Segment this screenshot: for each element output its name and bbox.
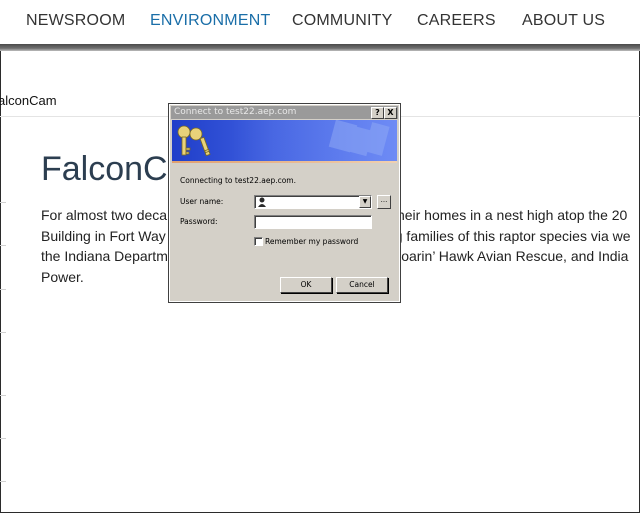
connect-dialog: Connect to test22.aep.com ? X Connecting… <box>168 103 401 303</box>
remember-password-label[interactable]: Remember my password <box>265 237 358 246</box>
dialog-titlebar[interactable]: Connect to test22.aep.com ? X <box>171 106 398 119</box>
banner-stripe <box>172 161 397 163</box>
username-label: User name: <box>180 197 224 206</box>
nav-community[interactable]: COMMUNITY <box>292 12 392 30</box>
dialog-banner <box>172 120 397 161</box>
nav-newsroom[interactable]: NEWSROOM <box>26 12 125 30</box>
left-margin-tick <box>0 245 6 246</box>
username-combobox[interactable]: ▼ <box>254 195 372 209</box>
banner-decoration-icon <box>328 120 390 157</box>
left-margin-tick <box>0 202 6 203</box>
left-margin-tick <box>0 289 6 290</box>
password-label: Password: <box>180 217 218 226</box>
breadcrumb[interactable]: alconCam <box>0 93 57 108</box>
nav-about-us[interactable]: ABOUT US <box>522 12 605 30</box>
remember-password-checkbox[interactable] <box>254 237 263 246</box>
left-margin-tick <box>0 481 6 482</box>
left-margin-tick <box>0 332 6 333</box>
nav-shadow-bar <box>0 44 640 51</box>
ok-button[interactable]: OK <box>280 277 332 293</box>
browse-users-button[interactable]: ... <box>377 195 391 209</box>
left-margin-tick <box>0 438 6 439</box>
left-margin-tick <box>0 395 6 396</box>
connecting-text: Connecting to test22.aep.com. <box>180 176 296 185</box>
cancel-button[interactable]: Cancel <box>336 277 388 293</box>
close-button[interactable]: X <box>384 107 397 119</box>
dialog-title: Connect to test22.aep.com <box>174 107 297 117</box>
page-title: FalconCa <box>41 150 187 188</box>
help-button[interactable]: ? <box>371 107 384 119</box>
nav-environment[interactable]: ENVIRONMENT <box>150 12 270 30</box>
chevron-down-icon[interactable]: ▼ <box>359 196 371 208</box>
user-icon <box>258 197 266 207</box>
password-field[interactable] <box>254 215 372 229</box>
nav-careers[interactable]: CAREERS <box>417 12 496 30</box>
top-navigation: NEWSROOM ENVIRONMENT COMMUNITY CAREERS A… <box>0 0 640 44</box>
keys-icon <box>177 120 390 157</box>
